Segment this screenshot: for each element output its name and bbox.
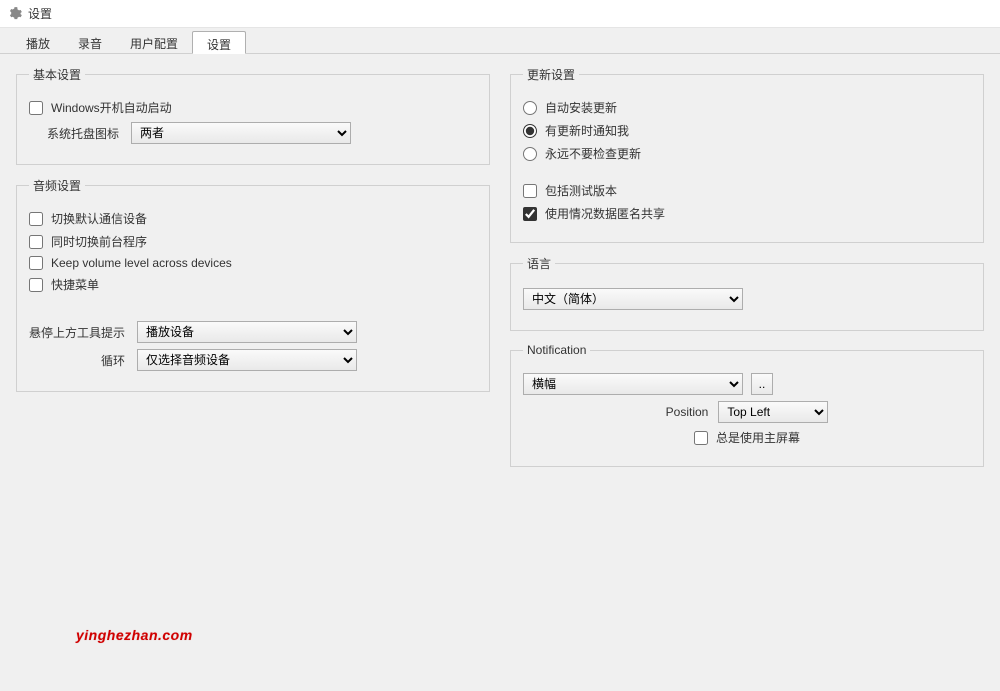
basic-settings-legend: 基本设置: [29, 66, 85, 83]
notification-type-select[interactable]: 横幅: [523, 373, 743, 395]
keep-volume-label: Keep volume level across devices: [51, 256, 232, 270]
tooltip-label: 悬停上方工具提示: [29, 324, 125, 341]
cycle-label: 循环: [29, 352, 125, 369]
switch-default-comm-checkbox[interactable]: [29, 212, 43, 226]
tray-icon-label: 系统托盘图标: [47, 125, 119, 142]
tab-recording[interactable]: 录音: [64, 31, 116, 54]
right-column: 更新设置 自动安装更新 有更新时通知我 永远不要检查更新 包括测试版本 使用情况…: [510, 66, 984, 679]
quick-menu-label: 快捷菜单: [51, 276, 99, 293]
update-auto-radio[interactable]: [523, 101, 537, 115]
language-group: 语言 中文（简体）: [510, 255, 984, 331]
telemetry-label: 使用情况数据匿名共享: [545, 205, 665, 222]
update-never-label: 永远不要检查更新: [545, 145, 641, 162]
update-never-radio[interactable]: [523, 147, 537, 161]
switch-foreground-label: 同时切换前台程序: [51, 233, 147, 250]
include-beta-label: 包括测试版本: [545, 182, 617, 199]
left-column: 基本设置 Windows开机自动启动 系统托盘图标 两者 音频设置 切换默认通信…: [16, 66, 490, 679]
telemetry-checkbox[interactable]: [523, 207, 537, 221]
tab-settings[interactable]: 设置: [192, 31, 246, 54]
update-notify-label: 有更新时通知我: [545, 122, 629, 139]
tab-playback[interactable]: 播放: [12, 31, 64, 54]
switch-default-comm-label: 切换默认通信设备: [51, 210, 147, 227]
update-settings-legend: 更新设置: [523, 66, 579, 83]
window-title: 设置: [28, 5, 52, 22]
keep-volume-checkbox[interactable]: [29, 256, 43, 270]
update-auto-label: 自动安装更新: [545, 99, 617, 116]
position-select[interactable]: Top Left: [718, 401, 828, 423]
update-settings-group: 更新设置 自动安装更新 有更新时通知我 永远不要检查更新 包括测试版本 使用情况…: [510, 66, 984, 243]
content-area: 基本设置 Windows开机自动启动 系统托盘图标 两者 音频设置 切换默认通信…: [0, 54, 1000, 691]
tabs: 播放 录音 用户配置 设置: [0, 28, 1000, 54]
watermark: yinghezhan.com: [76, 627, 193, 643]
audio-settings-legend: 音频设置: [29, 177, 85, 194]
switch-foreground-checkbox[interactable]: [29, 235, 43, 249]
primary-screen-label: 总是使用主屏幕: [716, 429, 800, 446]
position-label: Position: [666, 405, 709, 419]
autostart-checkbox[interactable]: [29, 101, 43, 115]
cycle-select[interactable]: 仅选择音频设备: [137, 349, 357, 371]
audio-settings-group: 音频设置 切换默认通信设备 同时切换前台程序 Keep volume level…: [16, 177, 490, 392]
quick-menu-checkbox[interactable]: [29, 278, 43, 292]
titlebar: 设置: [0, 0, 1000, 28]
basic-settings-group: 基本设置 Windows开机自动启动 系统托盘图标 两者: [16, 66, 490, 165]
update-notify-radio[interactable]: [523, 124, 537, 138]
primary-screen-checkbox[interactable]: [694, 431, 708, 445]
tray-icon-select[interactable]: 两者: [131, 122, 351, 144]
notification-group: Notification 横幅 .. Position Top Left 总是使…: [510, 343, 984, 467]
tab-profiles[interactable]: 用户配置: [116, 31, 192, 54]
tooltip-select[interactable]: 播放设备: [137, 321, 357, 343]
gear-icon: [8, 7, 22, 21]
autostart-label: Windows开机自动启动: [51, 99, 172, 116]
language-legend: 语言: [523, 255, 555, 272]
language-select[interactable]: 中文（简体）: [523, 288, 743, 310]
include-beta-checkbox[interactable]: [523, 184, 537, 198]
notification-more-button[interactable]: ..: [751, 373, 773, 395]
notification-legend: Notification: [523, 343, 590, 357]
